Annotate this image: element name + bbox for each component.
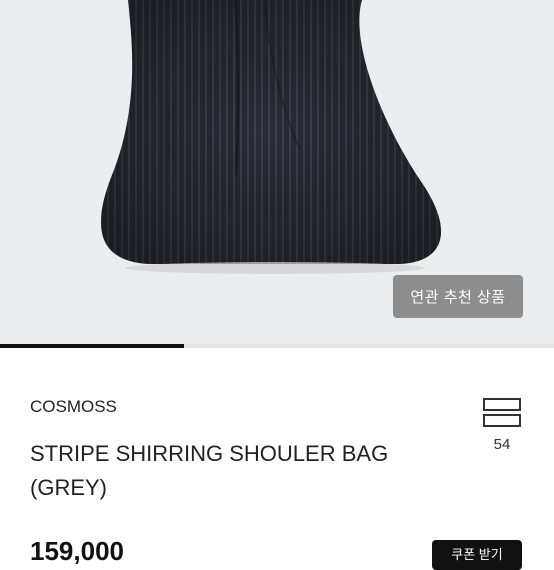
coupon-button[interactable]: 쿠폰 받기 <box>432 540 522 570</box>
related-products-button[interactable]: 연관 추천 상품 <box>393 275 523 318</box>
product-image[interactable]: 연관 추천 상품 <box>0 0 554 345</box>
wishlist-count: 54 <box>493 436 511 453</box>
brand-name[interactable]: COSMOSS <box>30 397 117 417</box>
product-title: STRIPE SHIRRING SHOULER BAG (GREY) <box>30 441 389 500</box>
image-carousel-progress <box>0 344 554 348</box>
wishlist-button[interactable]: 54 <box>482 398 522 460</box>
product-price: 159,000 <box>30 536 124 566</box>
related-products-label: 연관 추천 상품 <box>410 289 506 306</box>
stack-icon <box>483 398 521 427</box>
image-carousel-progress-fill <box>0 344 185 348</box>
